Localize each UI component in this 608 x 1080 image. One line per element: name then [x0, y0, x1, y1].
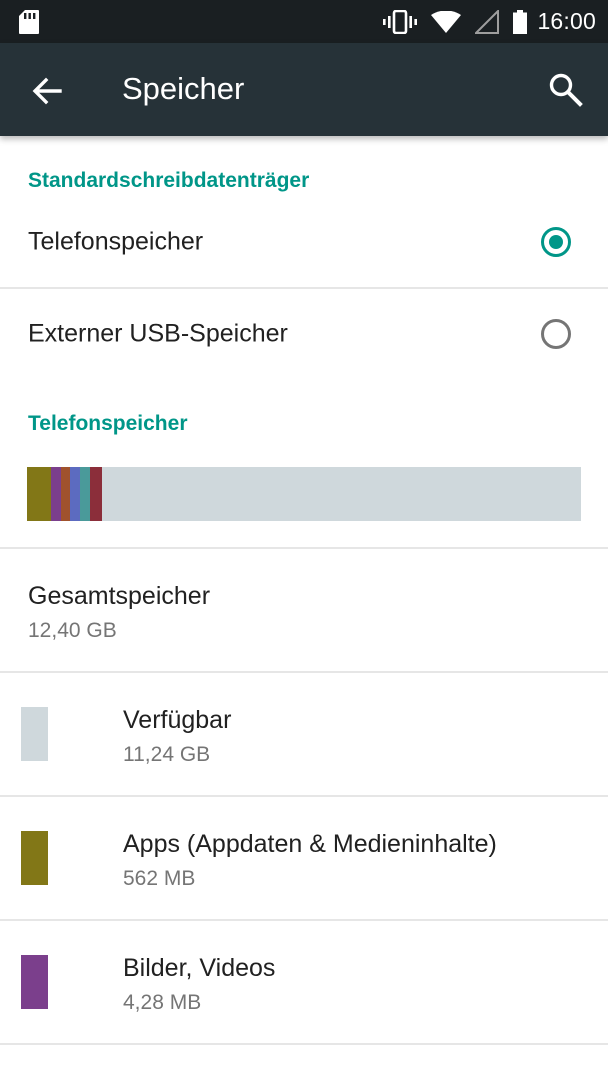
color-swatch	[21, 707, 48, 761]
total-storage-value: 12,40 GB	[28, 619, 117, 642]
option-label: Telefonspeicher	[28, 227, 204, 256]
sd-card-icon	[18, 9, 40, 40]
app-bar: Speicher	[0, 43, 608, 136]
divider	[0, 1043, 608, 1045]
radio-checked[interactable]	[541, 227, 571, 257]
wifi-icon	[431, 10, 462, 33]
radio-unchecked[interactable]	[541, 319, 571, 349]
status-bar: 16:00	[0, 0, 608, 43]
usage-segment	[90, 467, 103, 521]
vibrate-icon	[383, 9, 418, 34]
color-swatch	[21, 831, 48, 885]
category-pictures-videos[interactable]: Bilder, Videos 4,28 MB	[0, 921, 608, 1044]
search-icon[interactable]	[548, 72, 584, 108]
color-swatch	[21, 955, 48, 1009]
category-value: 11,24 GB	[123, 743, 211, 766]
category-title: Apps (Appdaten & Medieninhalte)	[123, 830, 497, 858]
section-header-phone-storage: Telefonspeicher	[28, 412, 188, 435]
arrow-back-icon[interactable]	[30, 74, 64, 108]
total-storage-title: Gesamtspeicher	[28, 582, 211, 610]
signal-icon	[475, 9, 500, 34]
battery-icon	[513, 9, 528, 34]
usage-segment	[27, 467, 52, 521]
section-header-default-storage: Standardschreibdatenträger	[28, 169, 310, 192]
page-title: Speicher	[122, 71, 245, 106]
category-value: 4,28 MB	[123, 991, 202, 1014]
category-title: Bilder, Videos	[123, 954, 276, 982]
category-available[interactable]: Verfügbar 11,24 GB	[0, 673, 608, 796]
category-value: 562 MB	[123, 867, 196, 890]
category-title: Verfügbar	[123, 706, 232, 734]
usage-segment	[51, 467, 62, 521]
usage-segment	[61, 467, 71, 521]
option-phone-storage[interactable]: Telefonspeicher	[0, 197, 608, 287]
usage-segment	[70, 467, 81, 521]
category-apps[interactable]: Apps (Appdaten & Medieninhalte) 562 MB	[0, 797, 608, 920]
usage-segment	[80, 467, 91, 521]
option-external-usb-storage[interactable]: Externer USB-Speicher	[0, 289, 608, 379]
status-clock: 16:00	[537, 8, 596, 34]
storage-usage-bar	[27, 467, 581, 521]
option-label: Externer USB-Speicher	[28, 319, 288, 348]
total-storage-row: Gesamtspeicher 12,40 GB	[0, 549, 608, 672]
